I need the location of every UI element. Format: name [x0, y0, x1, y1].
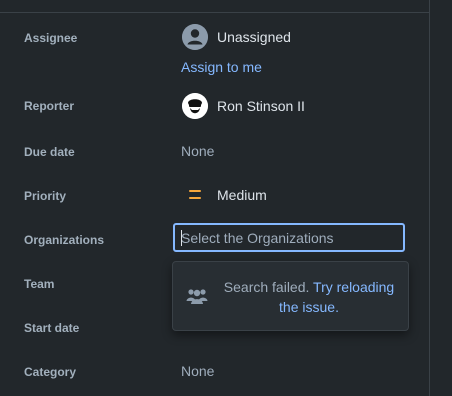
- medium-priority-icon: [189, 190, 201, 200]
- category-value[interactable]: None: [181, 363, 214, 379]
- team-label: Team: [24, 277, 55, 291]
- organizations-label: Organizations: [24, 233, 105, 247]
- people-group-icon: [186, 286, 208, 306]
- category-label: Category: [24, 365, 77, 379]
- due-date-value[interactable]: None: [181, 143, 214, 159]
- assignee-label: Assignee: [24, 31, 78, 45]
- organizations-search-input[interactable]: [173, 223, 405, 252]
- panel-border: [429, 0, 430, 396]
- due-date-label: Due date: [24, 145, 75, 159]
- assignee-value[interactable]: Unassigned: [217, 29, 291, 45]
- unassigned-avatar-icon[interactable]: [182, 24, 208, 50]
- issue-details-panel: Assignee Unassigned Assign to me Reporte…: [0, 0, 430, 396]
- priority-label: Priority: [24, 189, 67, 203]
- text-caret: [181, 230, 182, 246]
- search-failed-text: Search failed.: [223, 279, 310, 295]
- reporter-value[interactable]: Ron Stinson II: [217, 98, 305, 114]
- reporter-avatar[interactable]: [182, 93, 208, 119]
- start-date-label: Start date: [24, 321, 80, 335]
- dropdown-message: Search failed. Try reloading the issue.: [219, 277, 399, 317]
- priority-value[interactable]: Medium: [217, 187, 267, 203]
- organizations-dropdown: Search failed. Try reloading the issue.: [172, 261, 409, 331]
- assign-to-me-link[interactable]: Assign to me: [181, 59, 262, 75]
- top-divider: [0, 12, 429, 13]
- reporter-label: Reporter: [24, 99, 75, 113]
